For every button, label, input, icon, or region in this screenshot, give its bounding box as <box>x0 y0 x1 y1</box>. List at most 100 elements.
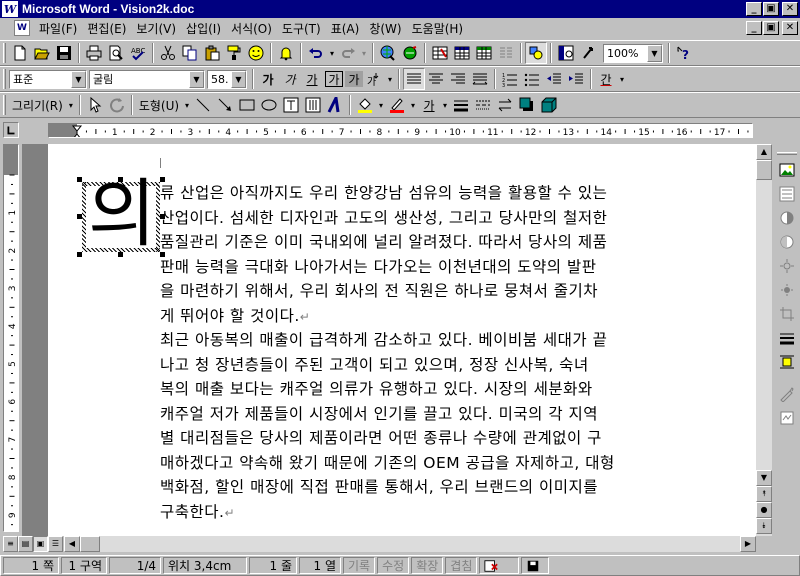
previous-page-button[interactable]: ⯭ <box>756 486 772 502</box>
scroll-up-button[interactable]: ▲ <box>756 144 772 160</box>
select-objects-icon[interactable] <box>84 94 106 116</box>
char-border-button[interactable]: 가 <box>325 71 343 87</box>
print-icon[interactable] <box>83 42 105 64</box>
free-rotate-icon[interactable] <box>106 94 128 116</box>
help-icon[interactable]: ? <box>673 42 695 64</box>
menu-window[interactable]: 창(W) <box>364 20 406 37</box>
status-ext[interactable]: 확장 <box>411 557 444 574</box>
menu-view[interactable]: 보기(V) <box>131 20 181 37</box>
scroll-left-button[interactable]: ◀ <box>64 536 80 552</box>
chevron-down-icon[interactable]: ▾ <box>182 94 192 116</box>
less-contrast-icon[interactable] <box>776 231 798 253</box>
line-color-icon[interactable] <box>386 94 408 116</box>
format-picture-icon[interactable] <box>776 383 798 405</box>
document-map-icon[interactable] <box>555 42 577 64</box>
normal-view-button[interactable]: ≡ <box>3 536 18 552</box>
redo-dropdown-icon[interactable]: ▾ <box>359 42 369 64</box>
toolbar-grip[interactable] <box>3 95 6 115</box>
close-button[interactable]: ✕ <box>782 2 798 16</box>
format-painter-icon[interactable] <box>223 42 245 64</box>
word-app-icon[interactable]: W <box>2 1 18 17</box>
chevron-down-icon[interactable]: ▼ <box>189 70 204 88</box>
crop-icon[interactable] <box>776 303 798 325</box>
menu-edit[interactable]: 편집(E) <box>82 20 131 37</box>
align-right-icon[interactable] <box>447 68 469 90</box>
smiley-icon[interactable] <box>245 42 267 64</box>
title-bar[interactable]: W Microsoft Word - Vision2k.doc _ ▣ ✕ <box>0 0 800 18</box>
columns-icon[interactable] <box>495 42 517 64</box>
picture-line-style-icon[interactable] <box>776 327 798 349</box>
increase-indent-icon[interactable] <box>565 68 587 90</box>
autoshapes-menu-button[interactable]: 도형(U) <box>136 94 182 116</box>
insert-table-icon[interactable] <box>451 42 473 64</box>
draw-menu-button[interactable]: 그리기(R) <box>9 94 66 116</box>
distribute-icon[interactable] <box>469 68 491 90</box>
document-page[interactable]: 의 류 산업은 아직까지도 우리 한양강남 섬유의 능력을 활용할 수 있는 산… <box>48 144 756 536</box>
font-size-select[interactable]: 58. ▼ <box>207 69 247 89</box>
tab-selector-button[interactable] <box>3 122 19 138</box>
image-control-icon[interactable] <box>776 183 798 205</box>
zoom-select[interactable]: 100% ▼ <box>603 43 663 63</box>
chevron-down-icon[interactable]: ▾ <box>376 94 386 116</box>
toolbar-grip[interactable] <box>3 43 6 63</box>
text-wrapping-icon[interactable] <box>776 351 798 373</box>
spelling-icon[interactable]: ABC <box>127 42 149 64</box>
3d-icon[interactable] <box>538 94 560 116</box>
scroll-down-button[interactable]: ▼ <box>756 470 772 486</box>
doc-close-button[interactable]: ✕ <box>782 21 798 35</box>
arrow-icon[interactable] <box>214 94 236 116</box>
undo-dropdown-icon[interactable]: ▾ <box>327 42 337 64</box>
scroll-right-button[interactable]: ▶ <box>740 536 756 552</box>
toolbar-grip[interactable] <box>777 152 797 155</box>
horizontal-scrollbar[interactable]: ◀ ▶ <box>64 536 756 552</box>
oval-icon[interactable] <box>258 94 280 116</box>
font-select[interactable]: 굴림 ▼ <box>89 69 205 89</box>
undo-icon[interactable] <box>305 42 327 64</box>
scroll-thumb[interactable] <box>756 160 772 180</box>
menu-tools[interactable]: 도구(T) <box>277 20 326 37</box>
vertical-scrollbar[interactable]: ▲ ▼ ⯭ ● ⯯ <box>756 144 772 536</box>
vertical-text-box-icon[interactable] <box>302 94 324 116</box>
insert-excel-icon[interactable] <box>473 42 495 64</box>
shadow-icon[interactable] <box>516 94 538 116</box>
justify-icon[interactable] <box>403 68 425 90</box>
web-toolbar-icon[interactable] <box>399 42 421 64</box>
redo-icon[interactable] <box>337 42 359 64</box>
status-rec[interactable]: 기록 <box>343 557 376 574</box>
underline-button[interactable]: 가 <box>301 68 323 90</box>
chevron-down-icon[interactable]: ▾ <box>617 68 627 90</box>
phonetic-guide-icon[interactable]: 가 <box>363 68 385 90</box>
show-hide-icon[interactable] <box>577 42 599 64</box>
print-preview-icon[interactable] <box>105 42 127 64</box>
reset-picture-icon[interactable] <box>776 407 798 429</box>
text-color-button[interactable]: 가 <box>418 94 440 116</box>
more-contrast-icon[interactable] <box>776 207 798 229</box>
align-center-icon[interactable] <box>425 68 447 90</box>
new-icon[interactable] <box>9 42 31 64</box>
menu-table[interactable]: 표(A) <box>326 20 365 37</box>
outline-view-button[interactable]: ☰ <box>48 536 63 552</box>
document-icon[interactable]: W <box>14 20 30 36</box>
font-color-button[interactable]: 간 <box>595 68 617 90</box>
numbering-icon[interactable]: 123 <box>499 68 521 90</box>
drawing-icon[interactable] <box>525 42 547 64</box>
spelling-status-icon[interactable] <box>479 557 520 574</box>
horizontal-ruler[interactable]: 1 2 3 4 5 6 7 8 9 10 11 12 13 14 15 16 17 <box>48 123 753 138</box>
minimize-button[interactable]: _ <box>746 2 762 16</box>
line-style-icon[interactable] <box>450 94 472 116</box>
next-page-button[interactable]: ⯯ <box>756 518 772 534</box>
menu-insert[interactable]: 삽입(I) <box>181 20 226 37</box>
toolbar-grip[interactable] <box>3 69 6 89</box>
text-box-icon[interactable] <box>280 94 302 116</box>
bold-button[interactable]: 가 <box>257 68 279 90</box>
rectangle-icon[interactable] <box>236 94 258 116</box>
status-ovr[interactable]: 겹침 <box>445 557 478 574</box>
menu-file[interactable]: 파일(F) <box>34 20 82 37</box>
vertical-ruler[interactable]: 1 2 3 4 5 6 7 8 9 <box>3 144 19 532</box>
print-layout-view-button[interactable]: ▣ <box>33 536 48 552</box>
bullets-icon[interactable] <box>521 68 543 90</box>
doc-restore-button[interactable]: ▣ <box>763 21 779 35</box>
tables-borders-icon[interactable] <box>429 42 451 64</box>
more-brightness-icon[interactable] <box>776 255 798 277</box>
bell-icon[interactable] <box>275 42 297 64</box>
